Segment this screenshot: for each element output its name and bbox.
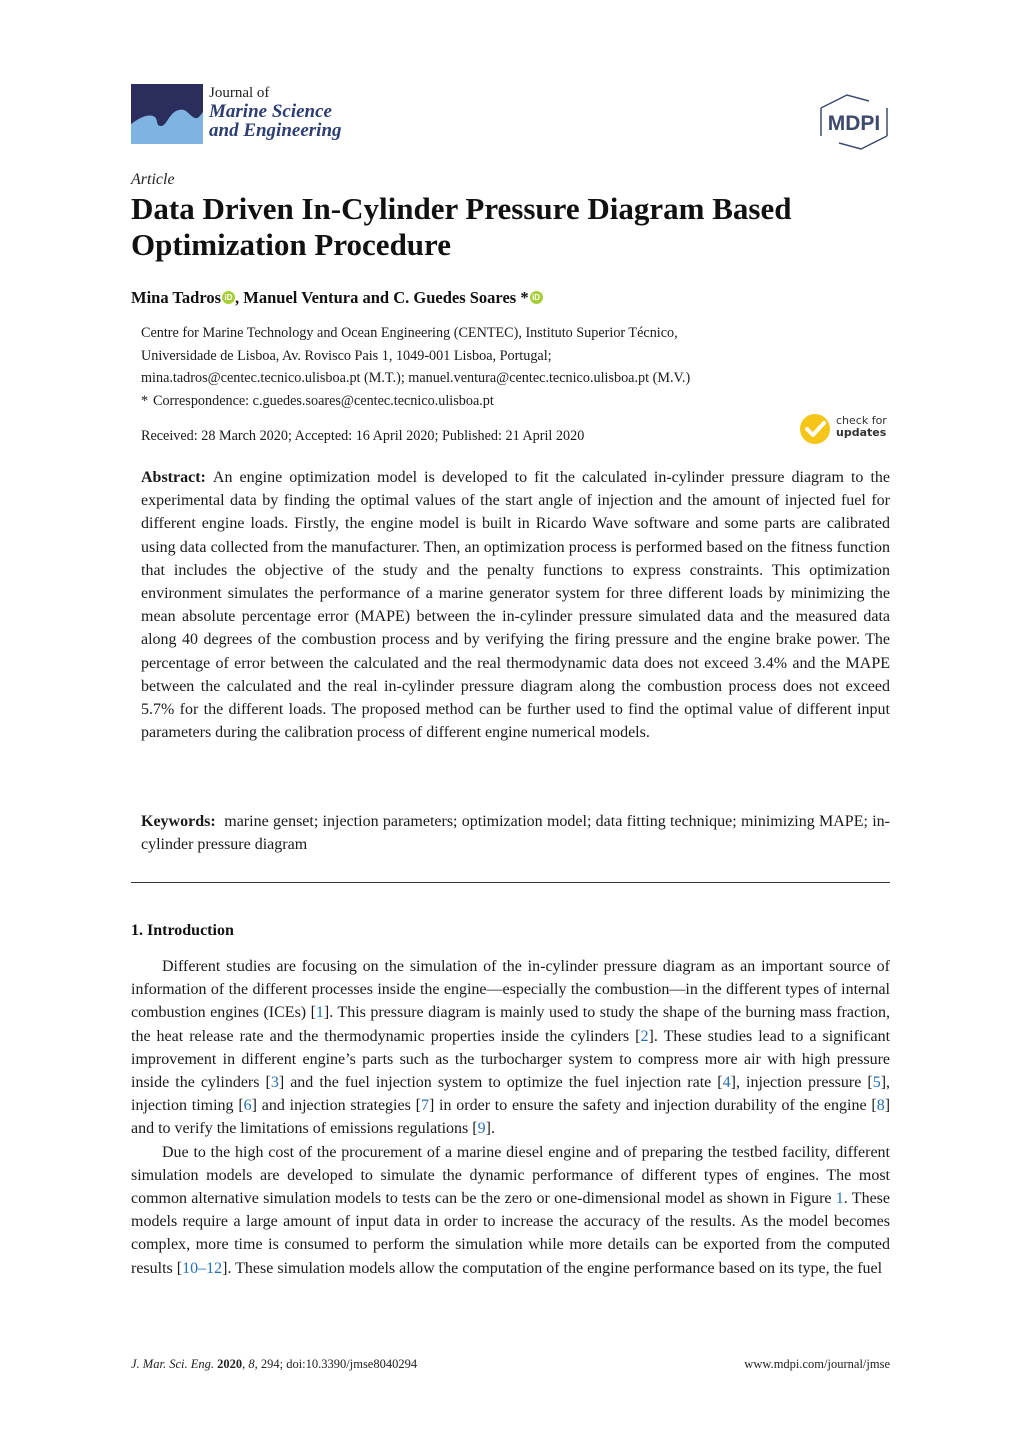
footer-doi: , 294; doi:10.3390/jmse8040294 xyxy=(254,1357,418,1371)
updates-label: updates xyxy=(836,426,887,439)
citation-link[interactable]: 3 xyxy=(271,1074,279,1091)
journal-abbrev: J. Mar. Sci. Eng. xyxy=(131,1357,214,1371)
journal-name: Journal of Marine Science and Engineerin… xyxy=(209,84,342,140)
checkmark-icon xyxy=(800,414,830,444)
citation-footer: J. Mar. Sci. Eng. 2020, 8, 294; doi:10.3… xyxy=(131,1357,418,1371)
affiliation-line: Centre for Marine Technology and Ocean E… xyxy=(141,325,678,341)
check-for-updates-button[interactable]: check for updates xyxy=(800,414,895,446)
citation-link[interactable]: 9 xyxy=(478,1120,486,1137)
journal-url-link[interactable]: www.mdpi.com/journal/jmse xyxy=(700,1357,890,1372)
journal-title-line1: Marine Science xyxy=(209,101,332,122)
author-list: Mina Tadros iD, Manuel Ventura and C. Gue… xyxy=(131,288,543,308)
correspondence-line: * Correspondence: c.guedes.soares@centec.… xyxy=(141,390,690,413)
journal-logo-icon xyxy=(131,84,203,144)
publication-dates: Received: 28 March 2020; Accepted: 16 Ap… xyxy=(141,428,585,444)
journal-title-line2: and Engineering xyxy=(209,120,342,141)
body-paragraph: Due to the high cost of the procurement … xyxy=(131,1143,891,1277)
citation-link[interactable]: 8 xyxy=(877,1097,885,1114)
citation-link[interactable]: 4 xyxy=(723,1074,731,1091)
citation-link[interactable]: 7 xyxy=(421,1097,429,1114)
keywords-label: Keywords: xyxy=(141,813,216,830)
affiliation-line: Universidade de Lisboa, Av. Rovisco Pais… xyxy=(141,347,552,364)
section-heading: 1. Introduction xyxy=(131,922,234,939)
footer-year: 2020 xyxy=(217,1357,243,1371)
mdpi-logo-text: MDPI xyxy=(828,112,881,135)
mdpi-logo-icon: MDPI xyxy=(817,92,891,152)
article-type: Article xyxy=(131,171,175,188)
orcid-icon[interactable]: iD xyxy=(529,291,543,304)
introduction-body: Different studies are focusing on the si… xyxy=(131,955,890,1280)
keywords-text: marine genset; injection parameters; opt… xyxy=(141,813,890,854)
paper-title: Data Driven In-Cylinder Pressure Diagram… xyxy=(131,191,792,262)
abstract-label: Abstract: xyxy=(141,469,206,486)
abstract: Abstract: An engine optimization model i… xyxy=(141,466,890,744)
journal-of: Journal of xyxy=(209,85,270,101)
orcid-icon[interactable]: iD xyxy=(222,291,236,304)
citation-link[interactable]: 5 xyxy=(873,1074,881,1091)
section-divider xyxy=(131,882,890,883)
citation-link[interactable]: 1 xyxy=(316,1004,324,1021)
body-paragraph: Different studies are focusing on the si… xyxy=(131,958,891,1138)
correspondence-text: Correspondence: c.guedes.soares@centec.t… xyxy=(153,392,494,409)
affiliation-line: mina.tadros@centec.tecnico.ulisboa.pt (M… xyxy=(141,370,691,386)
abstract-text: An engine optimization model is develope… xyxy=(141,469,891,742)
citation-link[interactable]: 2 xyxy=(641,1028,649,1045)
correspondence-marker: * xyxy=(141,392,149,409)
author-name: Manuel Ventura xyxy=(243,288,359,307)
keywords: Keywords: marine genset; injection param… xyxy=(141,810,890,856)
author-name: C. Guedes Soares * xyxy=(393,288,529,307)
author-name: Mina Tadros xyxy=(131,288,222,307)
citation-link[interactable]: 10–12 xyxy=(182,1260,222,1277)
citation-link[interactable]: 1 xyxy=(836,1190,844,1207)
affiliation-block: Centre for Marine Technology and Ocean E… xyxy=(141,322,690,412)
citation-link[interactable]: 6 xyxy=(244,1097,252,1114)
